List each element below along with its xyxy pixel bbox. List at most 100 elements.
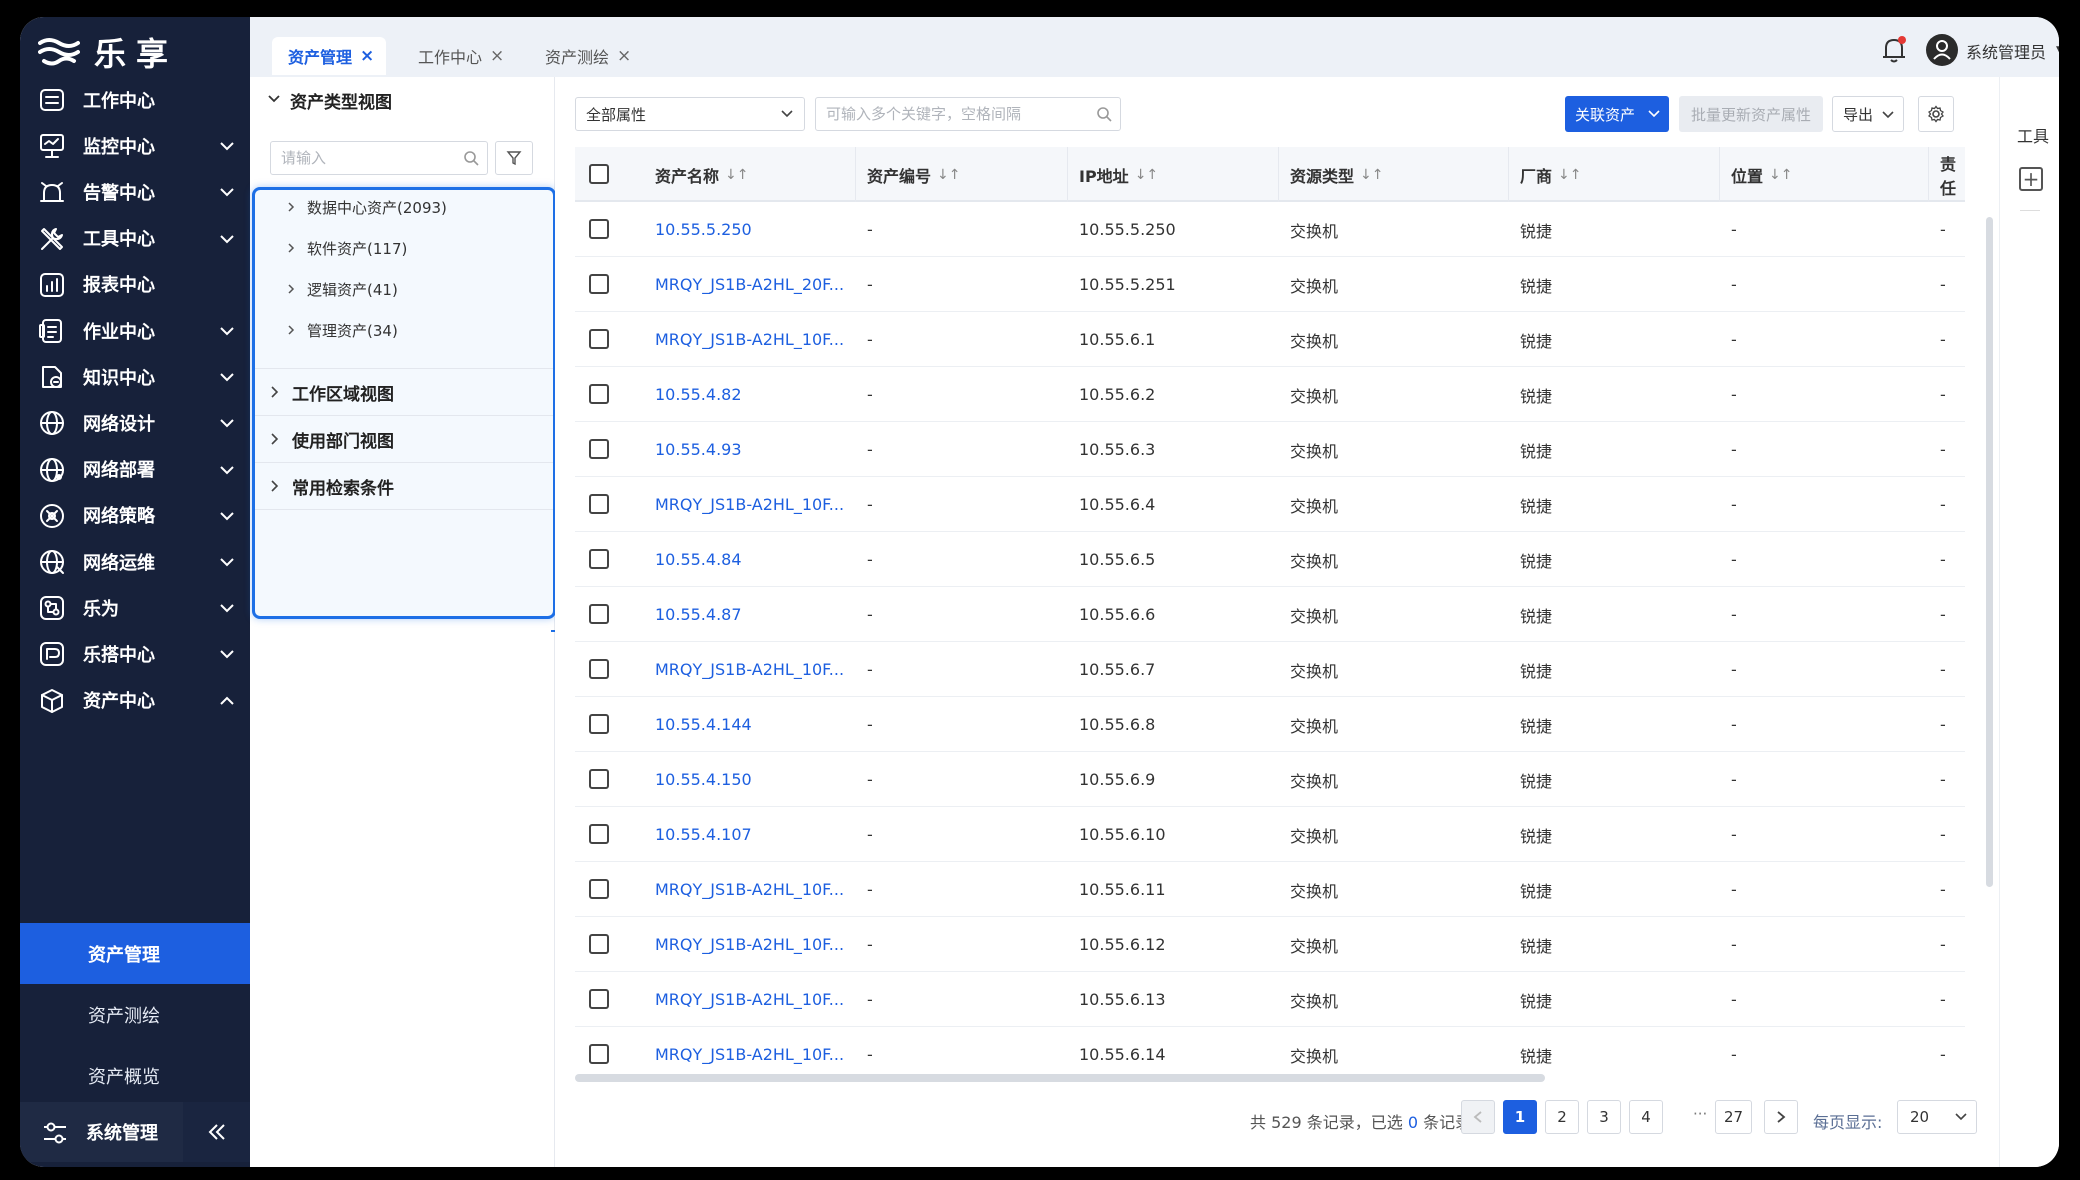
- sort-icon[interactable]: ↓↑: [1360, 167, 1383, 183]
- page-button-3[interactable]: 3: [1587, 1100, 1621, 1134]
- cell-name[interactable]: MRQY_JS1B-A2HL_10F...: [655, 917, 844, 972]
- table-row[interactable]: 10.55.4.150 - 10.55.6.9 交换机 锐捷 - -: [575, 752, 1965, 807]
- tree-section[interactable]: 常用检索条件: [255, 462, 553, 509]
- horizontal-scrollbar[interactable]: [575, 1074, 1545, 1082]
- tree-section[interactable]: 工作区域视图: [255, 368, 553, 415]
- page-button-2[interactable]: 2: [1545, 1100, 1579, 1134]
- column-header[interactable]: 资产名称 ↓↑: [655, 147, 748, 202]
- cell-name[interactable]: 10.55.4.107: [655, 807, 752, 862]
- tab-work-center[interactable]: 工作中心 ×: [402, 37, 516, 75]
- table-row[interactable]: 10.55.4.93 - 10.55.6.3 交换机 锐捷 - -: [575, 422, 1965, 477]
- table-row[interactable]: MRQY_JS1B-A2HL_10F... - 10.55.6.13 交换机 锐捷 - -: [575, 972, 1965, 1027]
- cell-name[interactable]: 10.55.4.82: [655, 367, 742, 422]
- sort-icon[interactable]: ↓↑: [1769, 167, 1792, 183]
- row-checkbox[interactable]: [589, 824, 609, 844]
- page-button-1[interactable]: 1: [1503, 1100, 1537, 1134]
- table-row[interactable]: 10.55.5.250 - 10.55.5.250 交换机 锐捷 - -: [575, 202, 1965, 257]
- page-size-select[interactable]: 20: [1897, 1100, 1977, 1134]
- batch-update-button[interactable]: 批量更新资产属性: [1679, 96, 1823, 132]
- tree-node[interactable]: 软件资产(117): [285, 233, 407, 263]
- row-checkbox[interactable]: [589, 549, 609, 569]
- cell-name[interactable]: 10.55.4.87: [655, 587, 742, 642]
- tree-section[interactable]: 使用部门视图: [255, 415, 553, 462]
- tree-node[interactable]: 逻辑资产(41): [285, 274, 398, 304]
- table-row[interactable]: 10.55.4.144 - 10.55.6.8 交换机 锐捷 - -: [575, 697, 1965, 752]
- keyword-search-input[interactable]: [815, 97, 1121, 131]
- attribute-select[interactable]: 全部属性: [575, 97, 805, 131]
- add-tool-button[interactable]: +: [2019, 167, 2043, 191]
- page-button-last[interactable]: 27: [1715, 1100, 1753, 1134]
- table-row[interactable]: 10.55.4.82 - 10.55.6.2 交换机 锐捷 - -: [575, 367, 1965, 422]
- sort-icon[interactable]: ↓↑: [1558, 167, 1581, 183]
- cell-name[interactable]: MRQY_JS1B-A2HL_10F...: [655, 1027, 844, 1067]
- sidebar-collapse-button[interactable]: [183, 1102, 250, 1162]
- page-button-4[interactable]: 4: [1629, 1100, 1663, 1134]
- table-row[interactable]: MRQY_JS1B-A2HL_10F... - 10.55.6.1 交换机 锐捷 - -: [575, 312, 1965, 367]
- sort-icon[interactable]: ↓↑: [1135, 167, 1158, 183]
- search-icon[interactable]: [463, 150, 479, 166]
- avatar[interactable]: [1926, 34, 1958, 66]
- tree-node[interactable]: 管理资产(34): [285, 315, 398, 345]
- bell-icon[interactable]: [1880, 35, 1908, 65]
- cell-name[interactable]: 10.55.4.150: [655, 752, 752, 807]
- column-settings-button[interactable]: [1918, 96, 1954, 132]
- row-checkbox[interactable]: [589, 219, 609, 239]
- cell-name[interactable]: MRQY_JS1B-A2HL_10F...: [655, 972, 844, 1027]
- cell-name[interactable]: 10.55.5.250: [655, 202, 752, 257]
- row-checkbox[interactable]: [589, 659, 609, 679]
- tree-filter-button[interactable]: [495, 141, 533, 175]
- row-checkbox[interactable]: [589, 494, 609, 514]
- sort-icon[interactable]: ↓↑: [937, 167, 960, 183]
- next-page-button[interactable]: [1764, 1100, 1798, 1134]
- sidebar-subitem-2[interactable]: 资产测绘: [20, 984, 250, 1045]
- cell-name[interactable]: 10.55.4.144: [655, 697, 752, 752]
- cell-name[interactable]: MRQY_JS1B-A2HL_10F...: [655, 312, 844, 367]
- row-checkbox[interactable]: [589, 714, 609, 734]
- tab-asset-mapping[interactable]: 资产测绘 ×: [529, 37, 643, 75]
- cell-name[interactable]: 10.55.4.84: [655, 532, 742, 587]
- row-checkbox[interactable]: [589, 384, 609, 404]
- search-icon[interactable]: [1096, 106, 1112, 122]
- row-checkbox[interactable]: [589, 329, 609, 349]
- row-checkbox[interactable]: [589, 439, 609, 459]
- row-checkbox[interactable]: [589, 604, 609, 624]
- export-button[interactable]: 导出: [1832, 96, 1904, 132]
- table-row[interactable]: 10.55.4.84 - 10.55.6.5 交换机 锐捷 - -: [575, 532, 1965, 587]
- cell-name[interactable]: MRQY_JS1B-A2HL_10F...: [655, 477, 844, 532]
- column-header[interactable]: 资产编号 ↓↑: [854, 147, 960, 202]
- sidebar-subitem-3[interactable]: 资产概览: [20, 1045, 250, 1106]
- row-checkbox[interactable]: [589, 1044, 609, 1064]
- tree-section-asset-type[interactable]: 资产类型视图: [250, 77, 555, 123]
- close-icon[interactable]: ×: [617, 46, 631, 66]
- sidebar-item-14[interactable]: 资产中心: [20, 670, 250, 731]
- prev-page-button[interactable]: [1461, 1100, 1495, 1134]
- table-row[interactable]: MRQY_JS1B-A2HL_10F... - 10.55.6.12 交换机 锐捷 - -: [575, 917, 1965, 972]
- table-row[interactable]: 10.55.4.107 - 10.55.6.10 交换机 锐捷 - -: [575, 807, 1965, 862]
- user-name[interactable]: 系统管理员: [1966, 39, 2046, 63]
- table-row[interactable]: 10.55.4.87 - 10.55.6.6 交换机 锐捷 - -: [575, 587, 1965, 642]
- cell-name[interactable]: MRQY_JS1B-A2HL_20F...: [655, 257, 844, 312]
- sort-icon[interactable]: ↓↑: [725, 167, 748, 183]
- column-header[interactable]: 位置 ↓↑: [1718, 147, 1792, 202]
- column-header[interactable]: 厂商 ↓↑: [1507, 147, 1581, 202]
- row-checkbox[interactable]: [589, 934, 609, 954]
- table-row[interactable]: MRQY_JS1B-A2HL_10F... - 10.55.6.4 交换机 锐捷 - -: [575, 477, 1965, 532]
- select-all-checkbox[interactable]: [589, 164, 609, 184]
- close-icon[interactable]: ×: [360, 46, 374, 66]
- table-row[interactable]: MRQY_JS1B-A2HL_20F... - 10.55.5.251 交换机 锐捷 - -: [575, 257, 1965, 312]
- vertical-scrollbar[interactable]: [1986, 217, 1993, 887]
- sidebar-item-system-management[interactable]: 系统管理: [20, 1102, 183, 1162]
- cell-name[interactable]: 10.55.4.93: [655, 422, 742, 477]
- table-row[interactable]: MRQY_JS1B-A2HL_10F... - 10.55.6.7 交换机 锐捷 - -: [575, 642, 1965, 697]
- table-row[interactable]: MRQY_JS1B-A2HL_10F... - 10.55.6.14 交换机 锐捷 - -: [575, 1027, 1965, 1067]
- tree-node[interactable]: 数据中心资产(2093): [285, 192, 447, 222]
- row-checkbox[interactable]: [589, 769, 609, 789]
- column-header[interactable]: 资源类型 ↓↑: [1277, 147, 1383, 202]
- row-checkbox[interactable]: [589, 989, 609, 1009]
- cell-name[interactable]: MRQY_JS1B-A2HL_10F...: [655, 642, 844, 697]
- tree-search-input[interactable]: [270, 141, 488, 175]
- row-checkbox[interactable]: [589, 274, 609, 294]
- link-asset-button[interactable]: 关联资产: [1565, 96, 1669, 132]
- column-header[interactable]: IP地址 ↓↑: [1066, 147, 1158, 202]
- table-row[interactable]: MRQY_JS1B-A2HL_10F... - 10.55.6.11 交换机 锐捷 - -: [575, 862, 1965, 917]
